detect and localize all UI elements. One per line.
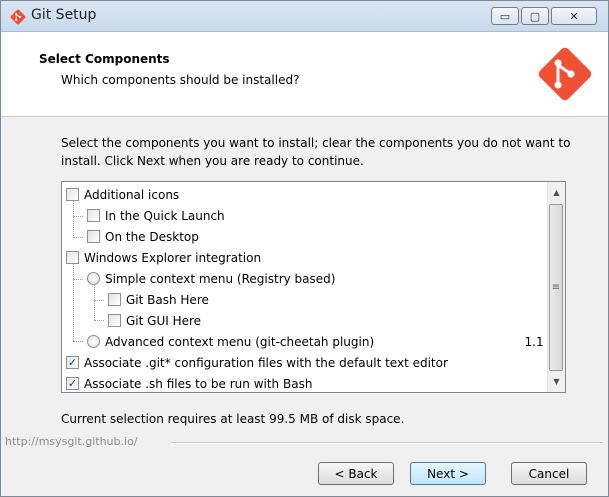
git-logo-icon bbox=[538, 47, 592, 101]
checkbox[interactable] bbox=[87, 209, 100, 222]
checkbox[interactable] bbox=[87, 230, 100, 243]
scroll-down-icon[interactable]: ▼ bbox=[548, 373, 565, 390]
next-button[interactable]: Next > bbox=[410, 462, 486, 485]
components-list[interactable]: Additional icons In the Quick Launch On … bbox=[61, 181, 566, 393]
checkbox[interactable]: ✓ bbox=[66, 356, 79, 369]
close-button[interactable]: ✕ bbox=[551, 7, 597, 25]
back-button[interactable]: < Back bbox=[318, 462, 394, 485]
component-label: Git Bash Here bbox=[126, 292, 209, 307]
page-title: Select Components bbox=[39, 52, 170, 66]
maximize-icon: ▢ bbox=[529, 9, 541, 23]
component-explorer-integration[interactable]: Windows Explorer integration bbox=[62, 247, 551, 268]
component-desktop[interactable]: On the Desktop bbox=[62, 226, 565, 247]
radio-button[interactable] bbox=[87, 335, 100, 348]
next-button-label: Next > bbox=[427, 466, 469, 481]
component-label: Advanced context menu (git-cheetah plugi… bbox=[105, 334, 375, 349]
footer-url: http://msysgit.github.io/ bbox=[5, 435, 138, 448]
checkbox[interactable]: ✓ bbox=[66, 377, 79, 390]
disk-space-requirement: Current selection requires at least 99.5… bbox=[61, 412, 405, 426]
component-advanced-context-menu[interactable]: Advanced context menu (git-cheetah plugi… bbox=[62, 331, 565, 352]
radio-button[interactable] bbox=[87, 272, 100, 285]
checkbox[interactable] bbox=[66, 251, 79, 264]
window-title: Git Setup bbox=[31, 7, 97, 23]
maximize-button[interactable]: ▢ bbox=[521, 7, 549, 25]
instructions-text: Select the components you want to instal… bbox=[61, 136, 571, 168]
page-subtitle: Which components should be installed? bbox=[61, 73, 300, 87]
cancel-button-label: Cancel bbox=[528, 466, 570, 481]
setup-window: Git Setup ▭ ▢ ✕ Select Components Which … bbox=[0, 0, 609, 497]
vertical-scrollbar[interactable]: ▲ ≡ ▼ bbox=[547, 182, 565, 392]
git-app-icon bbox=[10, 9, 26, 25]
title-bar[interactable]: Git Setup ▭ ▢ ✕ bbox=[1, 1, 608, 32]
component-label: Simple context menu (Registry based) bbox=[105, 271, 336, 286]
component-simple-context-menu[interactable]: Simple context menu (Registry based) bbox=[62, 268, 565, 289]
component-label: Associate .sh files to be run with Bash bbox=[84, 376, 313, 391]
component-associate-sh[interactable]: ✓ Associate .sh files to be run with Bas… bbox=[62, 373, 551, 392]
grip-icon: ≡ bbox=[551, 282, 561, 293]
component-label: On the Desktop bbox=[105, 229, 199, 244]
close-icon: ✕ bbox=[569, 9, 579, 23]
component-git-bash-here[interactable]: Git Bash Here bbox=[62, 289, 565, 310]
component-label: Additional icons bbox=[84, 187, 180, 202]
checkbox[interactable] bbox=[108, 314, 121, 327]
component-label: Associate .git* configuration files with… bbox=[84, 355, 448, 370]
scroll-thumb[interactable]: ≡ bbox=[549, 204, 563, 371]
component-quick-launch[interactable]: In the Quick Launch bbox=[62, 205, 565, 226]
checkbox[interactable] bbox=[66, 188, 79, 201]
minimize-icon: ▭ bbox=[499, 9, 511, 23]
component-label: In the Quick Launch bbox=[105, 208, 225, 223]
component-additional-icons[interactable]: Additional icons bbox=[62, 184, 551, 205]
cancel-button[interactable]: Cancel bbox=[511, 462, 587, 485]
scroll-up-icon[interactable]: ▲ bbox=[548, 184, 565, 201]
minimize-button[interactable]: ▭ bbox=[491, 7, 519, 25]
component-label: Windows Explorer integration bbox=[84, 250, 262, 265]
checkmark-icon: ✓ bbox=[67, 356, 78, 369]
component-git-gui-here[interactable]: Git GUI Here bbox=[62, 310, 565, 331]
checkmark-icon: ✓ bbox=[67, 377, 78, 390]
component-label: Git GUI Here bbox=[126, 313, 202, 328]
back-button-label: < Back bbox=[334, 466, 378, 481]
page-header: Select Components Which components shoul… bbox=[1, 32, 608, 117]
component-associate-git-config[interactable]: ✓ Associate .git* configuration files wi… bbox=[62, 352, 551, 373]
footer-divider bbox=[171, 442, 603, 444]
checkbox[interactable] bbox=[108, 293, 121, 306]
